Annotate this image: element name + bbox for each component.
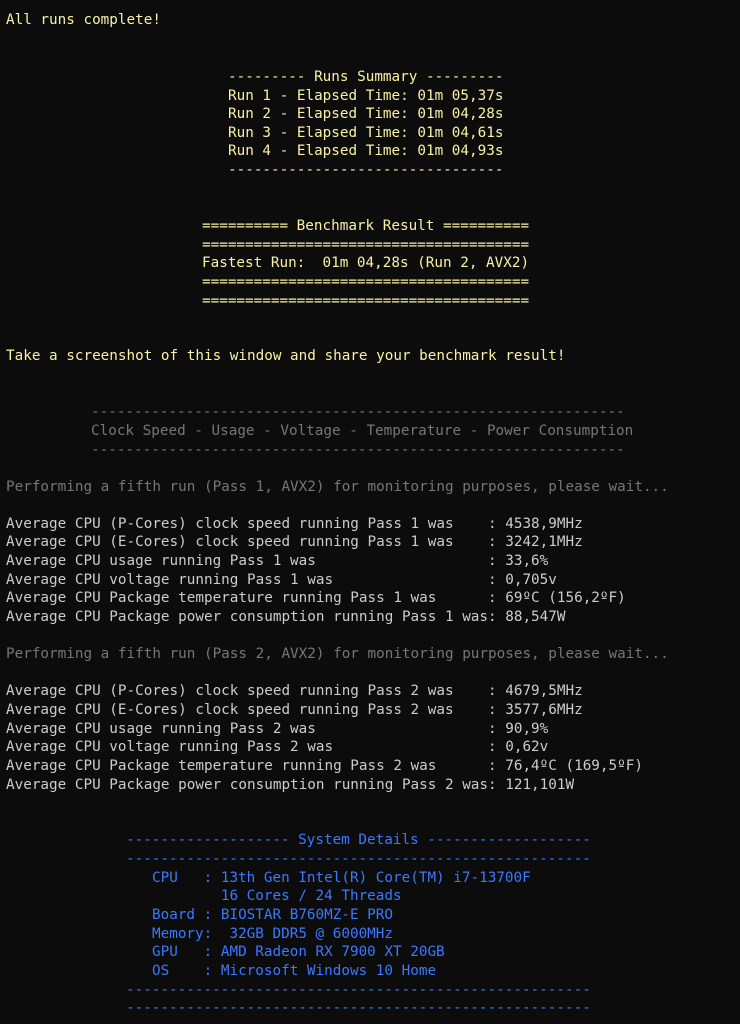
run-line: Run 4 - Elapsed Time: 01m 04,93s [228,143,504,159]
pass1-stat-line: Average CPU usage running Pass 1 was : 3… [6,553,549,569]
run-line: Run 1 - Elapsed Time: 01m 05,37s [228,88,504,104]
system-details-separator: ----------------------------------------… [126,982,591,998]
system-details-header: ------------------- System Details -----… [126,832,591,848]
system-memory: Memory: 32GB DDR5 @ 6000MHz [152,926,394,942]
pass1-stat-line: Average CPU (E-Cores) clock speed runnin… [6,534,583,550]
pass2-performing-text: Performing a fifth run (Pass 2, AVX2) fo… [6,646,669,662]
monitor-separator: ----------------------------------------… [91,404,625,420]
pass2-stat-line: Average CPU Package temperature running … [6,758,643,774]
pass1-stat-line: Average CPU (P-Cores) clock speed runnin… [6,516,583,532]
monitor-title: Clock Speed - Usage - Voltage - Temperat… [91,423,634,439]
share-screenshot-text: Take a screenshot of this window and sha… [6,348,566,364]
pass2-stat-line: Average CPU Package power consumption ru… [6,777,575,793]
all-runs-complete-text: All runs complete! [6,12,161,28]
pass1-stat-line: Average CPU Package temperature running … [6,590,626,606]
monitor-separator: ----------------------------------------… [91,442,625,458]
runs-summary-footer: -------------------------------- [228,162,504,178]
benchmark-result-header: ========== Benchmark Result ========== [202,218,530,234]
system-os: OS : Microsoft Windows 10 Home [152,963,437,979]
system-gpu: GPU : AMD Radeon RX 7900 XT 20GB [152,944,445,960]
system-details-separator: ----------------------------------------… [126,1000,591,1016]
pass1-performing-text: Performing a fifth run (Pass 1, AVX2) fo… [6,479,669,495]
pass1-stat-line: Average CPU Package power consumption ru… [6,609,566,625]
benchmark-separator: ====================================== [202,293,530,309]
run-line: Run 3 - Elapsed Time: 01m 04,61s [228,125,504,141]
runs-summary-header: --------- Runs Summary --------- [228,69,504,85]
fastest-run-text: Fastest Run: 01m 04,28s (Run 2, AVX2) [202,255,530,271]
system-details-separator: ----------------------------------------… [126,851,591,867]
run-line: Run 2 - Elapsed Time: 01m 04,28s [228,106,504,122]
pass1-stat-line: Average CPU voltage running Pass 1 was :… [6,572,557,588]
pass2-stat-line: Average CPU usage running Pass 2 was : 9… [6,721,549,737]
pass2-stat-line: Average CPU (E-Cores) clock speed runnin… [6,702,583,718]
benchmark-separator: ====================================== [202,274,530,290]
system-cpu: CPU : 13th Gen Intel(R) Core(TM) i7-1370… [152,870,531,886]
pass2-stat-line: Average CPU voltage running Pass 2 was :… [6,739,549,755]
benchmark-separator: ====================================== [202,237,530,253]
system-board: Board : BIOSTAR B760MZ-E PRO [152,907,394,923]
pass2-stat-line: Average CPU (P-Cores) clock speed runnin… [6,683,583,699]
system-cores: 16 Cores / 24 Threads [152,888,402,904]
